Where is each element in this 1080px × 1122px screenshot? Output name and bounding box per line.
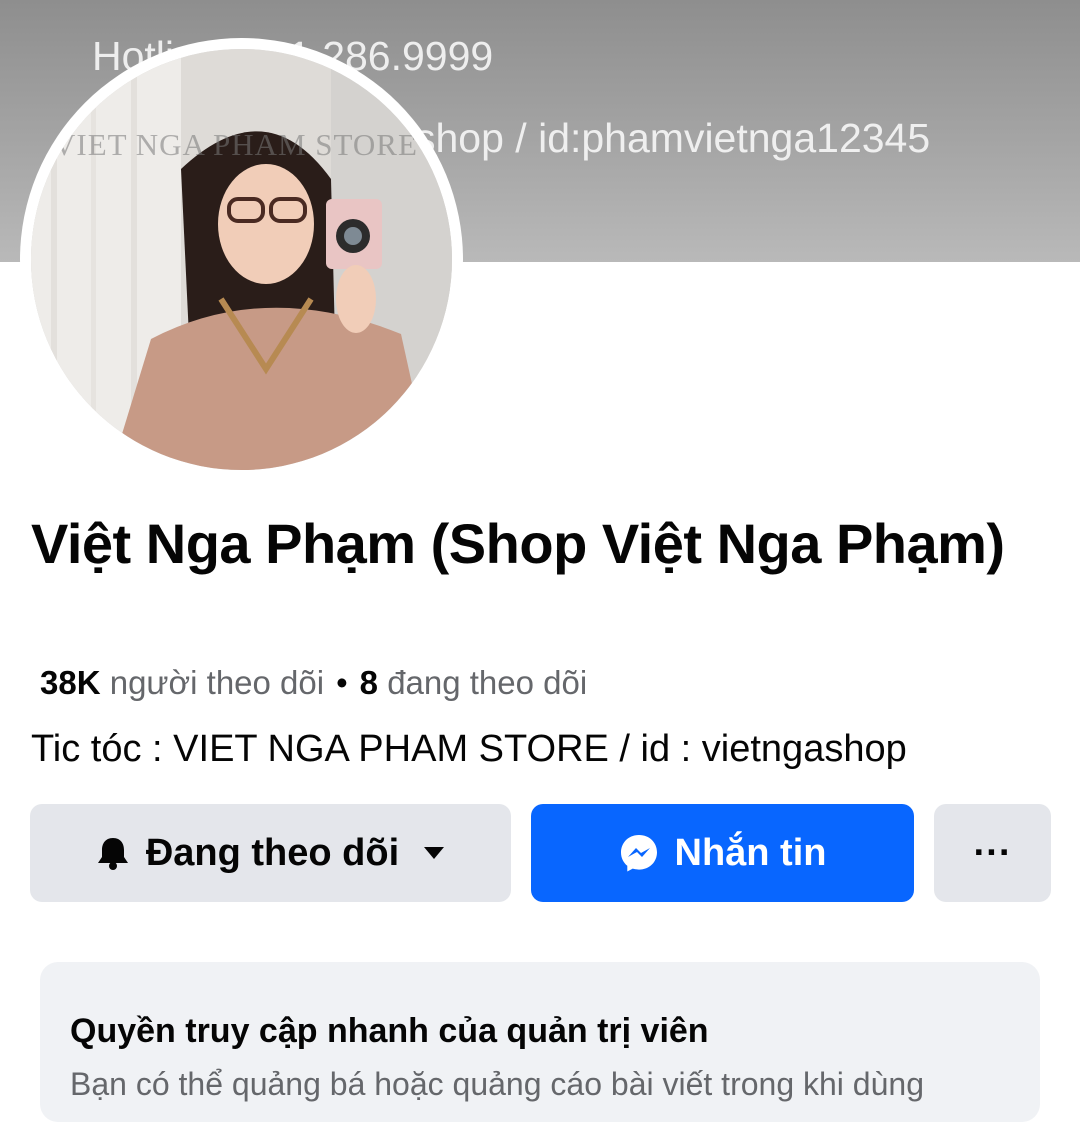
avatar-watermark: VIET NGA PHAM STORE	[53, 127, 418, 162]
followers-label: người theo dõi	[109, 664, 325, 701]
followers-stat[interactable]: 38K người theo dõi	[40, 664, 324, 701]
more-dots-icon: ···	[973, 831, 1012, 874]
bell-icon	[96, 835, 130, 871]
profile-name: Việt Nga Phạm (Shop Việt Nga Phạm)	[31, 512, 1005, 575]
profile-avatar[interactable]: VIET NGA PHAM STORE	[31, 49, 452, 470]
avatar-photo	[31, 49, 452, 470]
admin-card-description: Bạn có thể quảng bá hoặc quảng cáo bài v…	[70, 1066, 924, 1102]
stats-separator: •	[336, 664, 348, 701]
following-count: 8	[359, 664, 379, 701]
admin-card-title: Quyền truy cập nhanh của quản trị viên	[70, 1012, 709, 1050]
profile-bio: Tic tóc : VIET NGA PHAM STORE / id : vie…	[31, 728, 907, 770]
following-label: đang theo dõi	[387, 664, 588, 701]
following-stat[interactable]: 8 đang theo dõi	[360, 664, 588, 701]
message-button-label: Nhắn tin	[674, 831, 827, 874]
cover-id-text: shop / id:phamvietnga12345	[415, 115, 931, 161]
caret-down-icon	[423, 846, 445, 860]
message-button[interactable]: Nhắn tin	[531, 804, 914, 902]
followers-count: 38K	[40, 664, 101, 701]
messenger-icon	[619, 833, 659, 873]
following-button[interactable]: Đang theo dõi	[30, 804, 511, 902]
follow-stats: 38K người theo dõi • 8 đang theo dõi	[40, 664, 587, 702]
admin-quick-access-card: Quyền truy cập nhanh của quản trị viên B…	[40, 962, 1040, 1122]
following-button-label: Đang theo dõi	[145, 831, 400, 874]
more-options-button[interactable]: ···	[934, 804, 1051, 902]
